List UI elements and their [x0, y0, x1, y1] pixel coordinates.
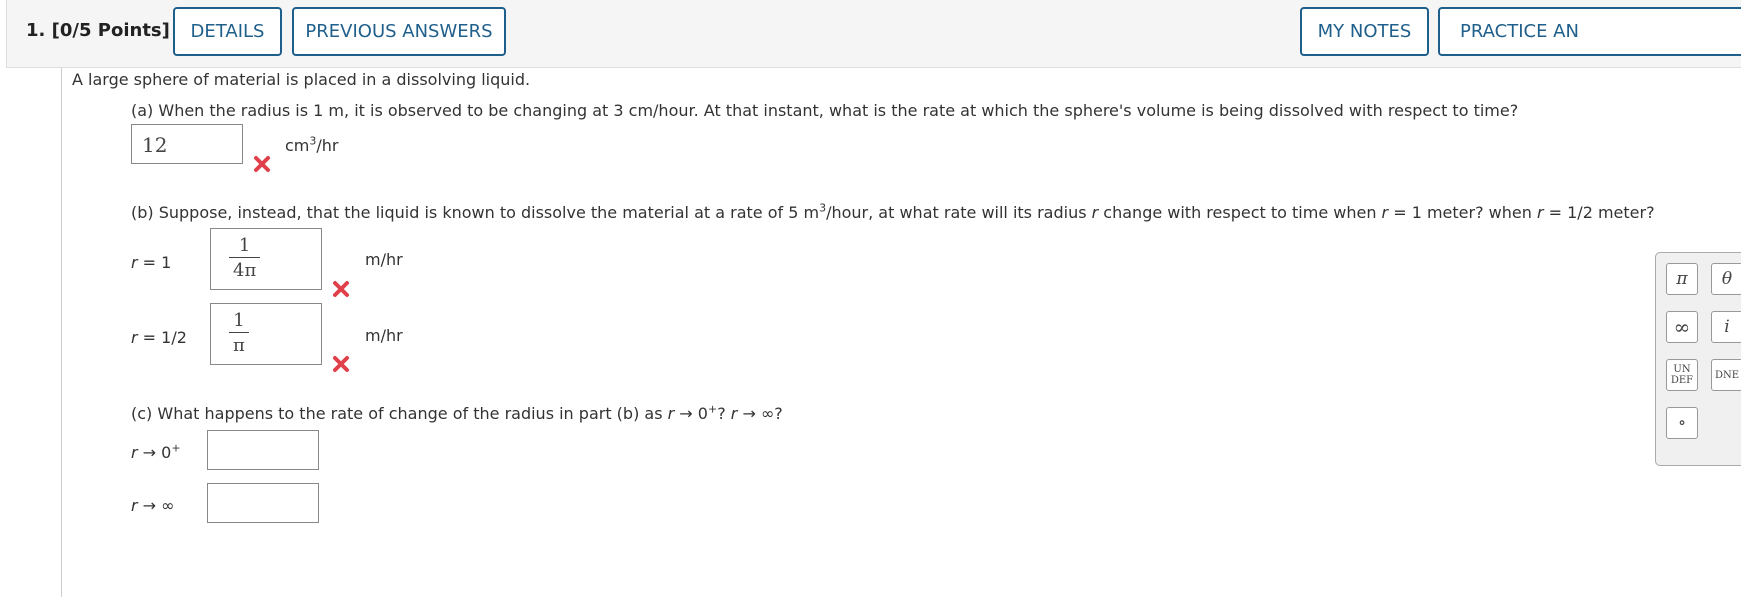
incorrect-icon: [254, 156, 270, 172]
question-points: [0/5 Points]: [51, 20, 170, 41]
part-b-row2-unit: m/hr: [365, 326, 403, 345]
part-a-answer-input[interactable]: 12: [131, 124, 243, 164]
question-title: 1. [0/5 Points]: [26, 20, 170, 41]
theta-key[interactable]: θ: [1711, 263, 1741, 295]
part-b-row1-unit: m/hr: [365, 250, 403, 269]
degree-key[interactable]: ∘: [1666, 407, 1698, 439]
part-b-question: (b) Suppose, instead, that the liquid is…: [131, 201, 1655, 222]
incorrect-icon: [333, 281, 349, 297]
part-a-question: (a) When the radius is 1 m, it is observ…: [131, 101, 1519, 120]
imaginary-i-key[interactable]: i: [1711, 311, 1741, 343]
practice-another-button[interactable]: PRACTICE AN: [1438, 7, 1741, 56]
details-button[interactable]: DETAILS: [173, 7, 282, 56]
infinity-key[interactable]: ∞: [1666, 311, 1698, 343]
part-b-row1-answer-input[interactable]: 1 4π: [210, 228, 322, 290]
part-b-row1-label: r = 1: [131, 253, 172, 272]
part-c-row2-label: r → ∞: [131, 496, 175, 515]
undefined-key[interactable]: UN DEF: [1666, 359, 1698, 391]
part-c-row2-answer-input[interactable]: [207, 483, 319, 523]
part-a-unit: cm3/hr: [285, 134, 339, 155]
part-b-row1-fraction: 1 4π: [229, 235, 261, 284]
question-number: 1.: [26, 20, 46, 41]
math-symbol-palette: π θ ∞ i UN DEF DNE ∘: [1655, 252, 1741, 466]
pi-key[interactable]: π: [1666, 263, 1698, 295]
problem-intro: A large sphere of material is placed in …: [72, 70, 531, 89]
previous-answers-button[interactable]: PREVIOUS ANSWERS: [292, 7, 506, 56]
content-border: [61, 68, 62, 597]
dne-key[interactable]: DNE: [1711, 359, 1741, 391]
part-a-answer-value: 12: [142, 133, 168, 157]
part-b-row2-answer-input[interactable]: 1 π: [210, 303, 322, 365]
part-c-question: (c) What happens to the rate of change o…: [131, 402, 783, 423]
part-c-row1-label: r → 0+: [131, 441, 181, 462]
part-b-row2-fraction: 1 π: [229, 310, 249, 359]
my-notes-button[interactable]: MY NOTES: [1300, 7, 1429, 56]
part-b-row2-label: r = 1/2: [131, 328, 187, 347]
incorrect-icon: [333, 356, 349, 372]
part-c-row1-answer-input[interactable]: [207, 430, 319, 470]
